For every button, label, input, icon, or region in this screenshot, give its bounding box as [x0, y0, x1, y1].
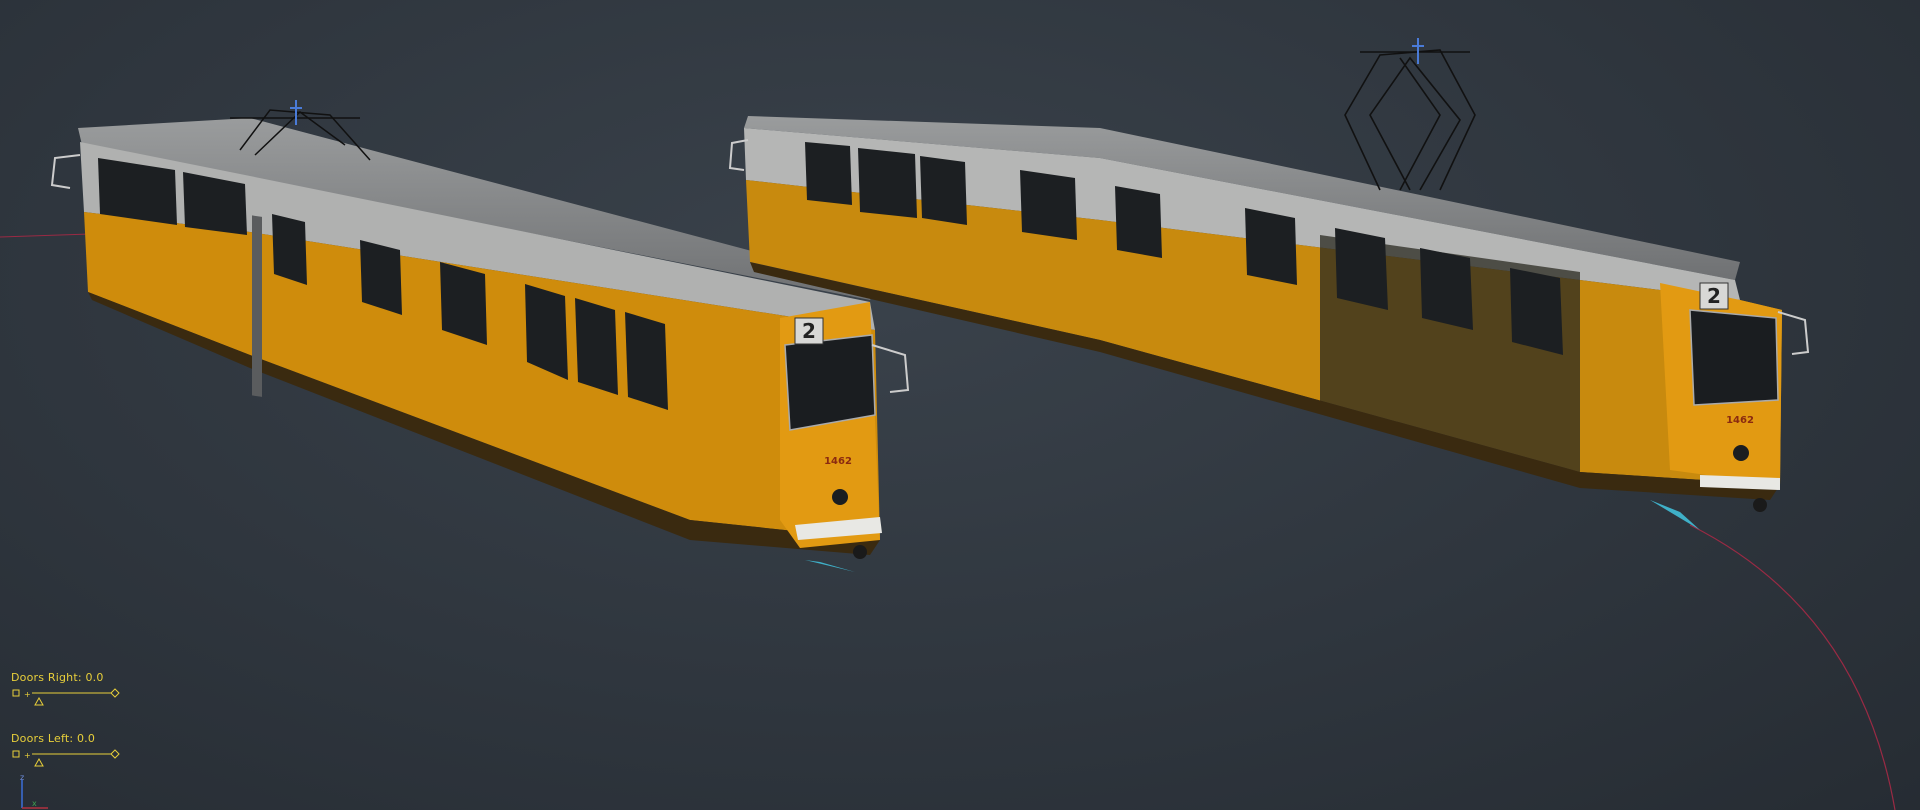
x-axis-line — [0, 233, 91, 238]
doors-left-label: Doors Left: 0.0 — [11, 732, 96, 745]
motion-path-curve — [1689, 524, 1896, 810]
tram-right-route-number: 2 — [1707, 284, 1721, 308]
tram-right-windshield — [1689, 309, 1779, 406]
tram-left-windshield — [784, 334, 876, 431]
z-axis-label: z — [20, 773, 24, 782]
tram-left-route-number: 2 — [802, 319, 816, 343]
doors-right-reset-box[interactable] — [12, 689, 20, 697]
tram-left-joint-1 — [252, 215, 262, 397]
tram-left-fleet-number: 1462 — [824, 456, 852, 467]
doors-left-slider-thumb[interactable] — [34, 757, 44, 767]
tram-right-front-marker — [1650, 500, 1700, 530]
doors-left-end-diamond[interactable] — [110, 749, 120, 759]
tram-left-front-marker — [805, 560, 855, 572]
doors-right-control: Doors Right: 0.0 + — [11, 671, 121, 709]
x-axis-label: x — [32, 799, 37, 808]
tram-left-mirror — [871, 344, 910, 393]
tram-left-rear-mirror — [50, 154, 81, 189]
doors-right-slider-thumb[interactable] — [34, 696, 44, 706]
doors-left-slider[interactable]: + — [11, 748, 121, 770]
tram-left-headlight — [832, 489, 848, 505]
doors-right-slider[interactable]: + — [11, 687, 121, 709]
doors-right-end-diamond[interactable] — [110, 688, 120, 698]
doors-left-control: Doors Left: 0.0 + — [11, 732, 121, 770]
tram-right-coupler — [1753, 498, 1767, 512]
tram-right-mirror — [1777, 311, 1810, 355]
tram-right[interactable]: 2 1462 — [728, 38, 1810, 530]
doors-right-label: Doors Right: 0.0 — [11, 671, 104, 684]
doors-left-plus-icon: + — [24, 751, 31, 760]
tram-right-headlight — [1733, 445, 1749, 461]
doors-right-plus-icon: + — [24, 690, 31, 699]
tram-right-pantograph — [1344, 49, 1476, 191]
tram-right-fleet-number: 1462 — [1726, 415, 1754, 426]
axis-gizmo: z x — [20, 773, 48, 809]
tram-left-coupler — [853, 545, 867, 559]
doors-left-reset-box[interactable] — [12, 750, 20, 758]
viewport-canvas[interactable]: 2 1462 2 1462 — [0, 0, 1920, 810]
